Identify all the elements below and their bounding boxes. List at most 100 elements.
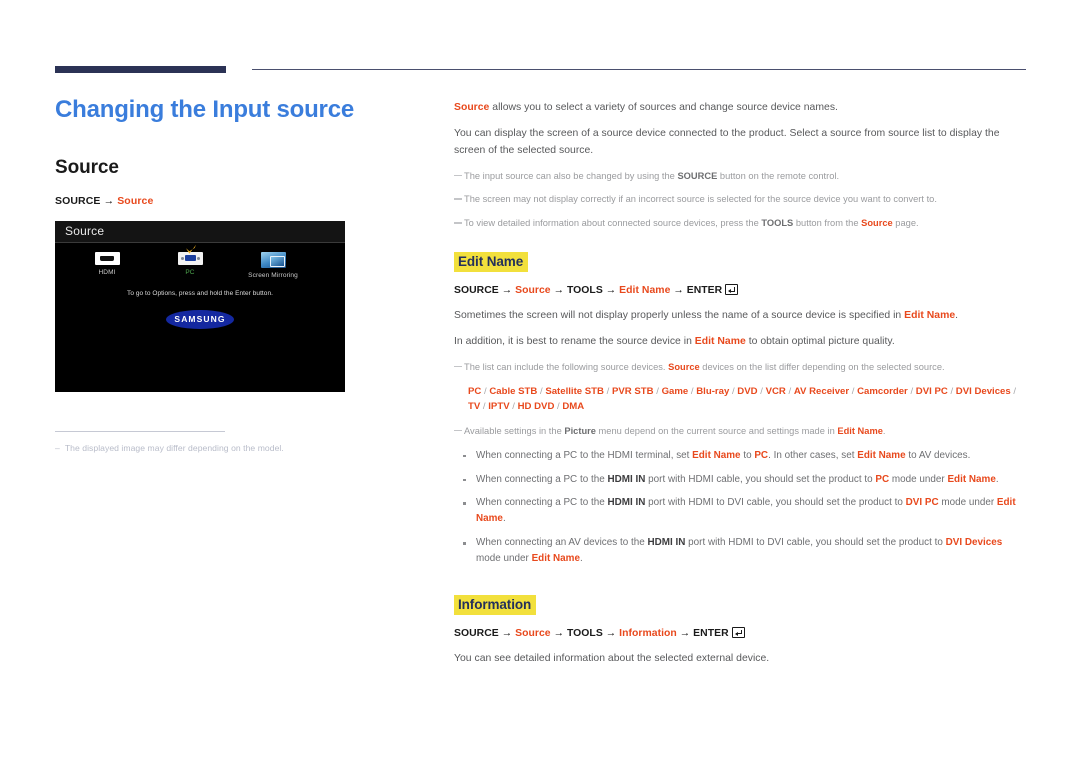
intro-lead-paragraph: Source allows you to select a variety of… <box>454 100 1026 117</box>
device-separator: / <box>603 385 612 397</box>
note-picture-menu: Available settings in the Picture menu d… <box>454 424 1026 439</box>
header-rule-thin <box>252 69 1026 70</box>
menu-path-source: SOURCE → Source <box>55 195 415 207</box>
manual-page: Changing the Input source Source SOURCE … <box>0 0 1080 763</box>
footnote-dash-icon: – <box>55 442 60 453</box>
path-arrow-icon: → <box>553 627 565 639</box>
enter-key-icon <box>725 284 739 296</box>
source-device-list: PC / Cable STB / Satellite STB / PVR STB… <box>454 384 1026 415</box>
device-separator: / <box>947 385 956 397</box>
path-arrow-icon: → <box>605 285 617 297</box>
edit-name-bullet-list: When connecting a PC to the HDMI termina… <box>454 448 1026 567</box>
path-arrow-icon: → <box>553 285 565 297</box>
device-name: DVD <box>737 385 758 397</box>
intro-lead-rest: allows you to select a variety of source… <box>489 102 838 113</box>
list-item: When connecting a PC to the HDMI termina… <box>454 448 1026 464</box>
footnote-text: The displayed image may differ depending… <box>64 442 284 453</box>
device-separator: / <box>1010 385 1017 397</box>
tv-source-label-hdmi: HDMI <box>98 268 116 276</box>
menu-path-information: SOURCE → Source → TOOLS → Information → … <box>454 626 1026 639</box>
samsung-logo-text: SAMSUNG <box>174 314 226 325</box>
intro-paragraph: You can display the screen of a source d… <box>454 127 1000 156</box>
page-title: Changing the Input source <box>55 96 354 123</box>
screen-mirroring-icon <box>260 251 286 268</box>
tv-window-title: Source <box>65 224 105 239</box>
device-name: Game <box>661 385 689 397</box>
left-column: Changing the Input source Source SOURCE … <box>55 96 415 453</box>
footnote: – The displayed image may differ dependin… <box>55 443 415 453</box>
information-paragraph: You can see detailed information about t… <box>454 652 770 664</box>
intro-lead-term: Source <box>454 102 490 113</box>
tv-source-item-screen-mirroring[interactable]: Screen Mirroring <box>245 251 301 279</box>
path-step-1: SOURCE <box>454 627 499 639</box>
samsung-logo-wrap: SAMSUNG <box>55 309 345 329</box>
checkmark-icon <box>186 244 196 254</box>
device-name: VCR <box>765 385 786 397</box>
enter-key-icon <box>731 626 745 638</box>
path-step-2: Source <box>515 627 551 639</box>
device-name: PC <box>468 385 482 397</box>
tv-source-item-hdmi[interactable]: HDMI <box>79 251 135 276</box>
device-separator: / <box>849 385 858 397</box>
header-rule-thick <box>55 66 226 73</box>
path-step-source-button: SOURCE <box>55 194 101 207</box>
path-arrow-icon: → <box>501 285 513 297</box>
path-arrow-icon: → <box>673 285 684 297</box>
tv-source-item-pc[interactable]: PC <box>162 244 218 276</box>
path-step-3: TOOLS <box>566 627 603 639</box>
tv-source-label-pc: PC <box>185 268 195 276</box>
path-arrow-icon: → <box>501 627 513 639</box>
heading-edit-name: Edit Name <box>454 252 529 273</box>
device-separator: / <box>653 385 662 397</box>
device-name: Blu-ray <box>696 385 730 397</box>
device-separator: / <box>907 385 916 397</box>
device-name: IPTV <box>488 401 510 413</box>
path-step-4: Edit Name <box>619 285 671 297</box>
device-separator: / <box>509 401 518 413</box>
path-step-5: ENTER <box>693 627 729 639</box>
note-item: The input source can also be changed by … <box>454 169 1026 184</box>
path-step-1: SOURCE <box>454 285 499 297</box>
device-name: Satellite STB <box>545 385 604 397</box>
path-step-3: TOOLS <box>566 285 603 297</box>
path-arrow-icon: → <box>679 627 691 639</box>
tv-options-hint: To go to Options, press and hold the Ent… <box>127 289 273 297</box>
path-step-source-menu: Source <box>117 194 154 207</box>
heading-information: Information <box>454 594 537 615</box>
device-name: DVI Devices <box>955 385 1011 397</box>
section-title-source: Source <box>55 156 119 178</box>
list-item: When connecting an AV devices to the HDM… <box>454 535 1026 567</box>
path-arrow-icon: → <box>605 627 617 639</box>
device-name: TV <box>468 401 481 413</box>
list-item: When connecting a PC to the HDMI IN port… <box>454 495 1026 527</box>
path-arrow-icon: → <box>103 194 115 207</box>
note-device-list: The list can include the following sourc… <box>454 360 1026 375</box>
device-separator: / <box>785 385 794 397</box>
device-name: Cable STB <box>489 385 538 397</box>
path-step-2: Source <box>515 285 551 297</box>
tv-source-screenshot: Source HDMI PC Screen Mirroring To go to… <box>55 220 345 392</box>
device-name: DVI PC <box>915 385 948 397</box>
device-separator: / <box>757 385 766 397</box>
edit-name-paragraph: Sometimes the screen will not display pr… <box>454 310 959 322</box>
device-name: DMA <box>562 401 585 413</box>
hdmi-port-icon <box>94 251 120 265</box>
device-name: PVR STB <box>611 385 654 397</box>
tv-titlebar: Source <box>55 220 345 243</box>
edit-name-paragraph: In addition, it is best to rename the so… <box>454 336 895 347</box>
note-item: The screen may not display correctly if … <box>454 192 1026 207</box>
path-step-4: Information <box>619 627 677 639</box>
list-item: When connecting a PC to the HDMI IN port… <box>454 472 1026 488</box>
device-name: AV Receiver <box>793 385 850 397</box>
notes-top-group: The input source can also be changed by … <box>454 169 1026 232</box>
right-column: Source allows you to select a variety of… <box>454 100 1026 677</box>
tv-source-label-screen-mirroring: Screen Mirroring <box>248 271 298 279</box>
tv-source-list: HDMI PC Screen Mirroring <box>55 243 345 279</box>
device-name: Camcorder <box>857 385 908 397</box>
menu-path-edit-name: SOURCE → Source → TOOLS → Edit Name → EN… <box>454 284 1026 296</box>
note-item: To view detailed information about conne… <box>454 216 1026 231</box>
samsung-logo: SAMSUNG <box>166 309 234 329</box>
path-step-5: ENTER <box>686 285 723 297</box>
footnote-divider <box>55 430 225 432</box>
device-name: HD DVD <box>517 401 555 413</box>
